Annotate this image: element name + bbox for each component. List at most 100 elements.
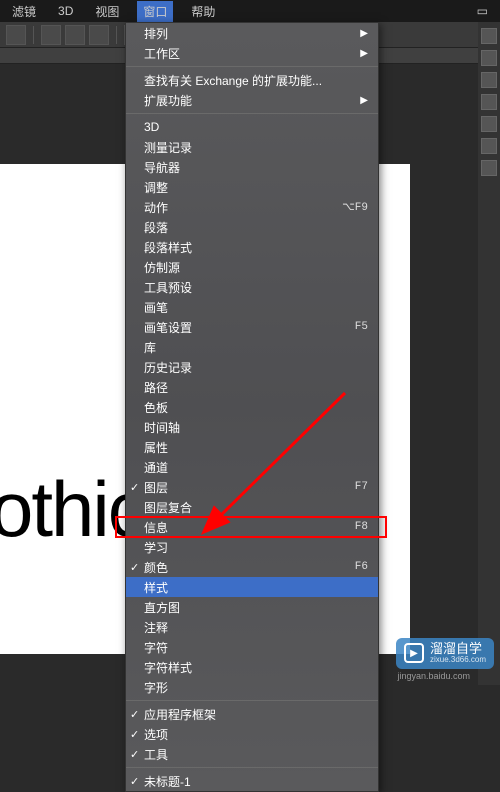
layout-icon[interactable]: ▭ <box>473 2 492 20</box>
source-caption: jingyan.baidu.com <box>397 671 470 681</box>
window-menu-dropdown: 排列▶工作区▶查找有关 Exchange 的扩展功能...扩展功能▶3D测量记录… <box>125 22 379 792</box>
menu-item[interactable]: 信息F8 <box>126 517 378 537</box>
check-icon: ✓ <box>130 748 139 761</box>
menu-item-label: 历史记录 <box>144 359 368 376</box>
menu-item-label: 色板 <box>144 399 368 416</box>
menu-item[interactable]: 画笔 <box>126 297 378 317</box>
menu-item-label: 字符 <box>144 639 368 656</box>
menu-item-label: 字符样式 <box>144 659 368 676</box>
menu-item-label: 排列 <box>144 25 368 42</box>
menu-separator <box>126 767 378 768</box>
menu-item-label: 画笔 <box>144 299 368 316</box>
menu-filter[interactable]: 滤镜 <box>8 1 40 22</box>
menu-item[interactable]: 色板 <box>126 397 378 417</box>
menu-item[interactable]: 段落样式 <box>126 237 378 257</box>
panel-icon[interactable] <box>481 138 497 154</box>
panel-icon[interactable] <box>481 50 497 66</box>
check-icon: ✓ <box>130 728 139 741</box>
panel-icon[interactable] <box>481 28 497 44</box>
watermark: ▶ 溜溜自学 zixue.3d66.com <box>396 638 494 669</box>
menu-item-label: 3D <box>144 120 368 134</box>
menu-item[interactable]: 直方图 <box>126 597 378 617</box>
menu-item[interactable]: 字形 <box>126 677 378 697</box>
watermark-url: zixue.3d66.com <box>430 656 486 665</box>
menu-item[interactable]: 路径 <box>126 377 378 397</box>
menu-item[interactable]: 动作⌥F9 <box>126 197 378 217</box>
menu-item-label: 选项 <box>144 726 368 743</box>
menu-item[interactable]: 历史记录 <box>126 357 378 377</box>
menu-help[interactable]: 帮助 <box>187 1 219 22</box>
tool-icon[interactable] <box>6 25 26 45</box>
menu-item-label: 调整 <box>144 179 368 196</box>
menu-item-label: 未标题-1 <box>144 773 368 790</box>
menu-separator <box>126 700 378 701</box>
menu-item[interactable]: 仿制源 <box>126 257 378 277</box>
menu-item-label: 工具预设 <box>144 279 368 296</box>
panel-icon[interactable] <box>481 116 497 132</box>
menu-item[interactable]: ✓图层F7 <box>126 477 378 497</box>
menu-item[interactable]: 学习 <box>126 537 378 557</box>
menu-item[interactable]: 字符 <box>126 637 378 657</box>
menu-3d[interactable]: 3D <box>54 2 77 20</box>
toolbar-divider <box>116 26 117 44</box>
menu-item-label: 画笔设置 <box>144 319 355 336</box>
menu-item-label: 动作 <box>144 199 342 216</box>
menu-shortcut: F7 <box>355 481 368 493</box>
menu-item-label: 路径 <box>144 379 368 396</box>
menu-item-label: 通道 <box>144 459 368 476</box>
menu-item-label: 注释 <box>144 619 368 636</box>
menu-item[interactable]: ✓ 选项 <box>126 724 378 744</box>
menu-shortcut: F5 <box>355 321 368 333</box>
menu-item[interactable]: ✓ 工具 <box>126 744 378 764</box>
menu-item[interactable]: 注释 <box>126 617 378 637</box>
menu-item[interactable]: 工具预设 <box>126 277 378 297</box>
menu-item-label: 段落 <box>144 219 368 236</box>
menu-item[interactable]: 样式 <box>126 577 378 597</box>
menu-item[interactable]: 导航器 <box>126 157 378 177</box>
menu-item-label: 字形 <box>144 679 368 696</box>
menu-item-label: 时间轴 <box>144 419 368 436</box>
menu-item[interactable]: 图层复合 <box>126 497 378 517</box>
menu-item[interactable]: 3D <box>126 117 378 137</box>
menu-item-label: 工具 <box>144 746 368 763</box>
menu-item[interactable]: 调整 <box>126 177 378 197</box>
menu-window[interactable]: 窗口 <box>137 1 173 22</box>
menu-item[interactable]: 字符样式 <box>126 657 378 677</box>
menu-item[interactable]: 画笔设置F5 <box>126 317 378 337</box>
menu-separator <box>126 66 378 67</box>
menu-item[interactable]: 通道 <box>126 457 378 477</box>
menu-item[interactable]: 排列▶ <box>126 23 378 43</box>
menu-item[interactable]: ✓ 未标题-1 <box>126 771 378 791</box>
menu-item[interactable]: 工作区▶ <box>126 43 378 63</box>
menu-item[interactable]: 属性 <box>126 437 378 457</box>
menu-item[interactable]: ✓应用程序框架 <box>126 704 378 724</box>
menu-separator <box>126 113 378 114</box>
submenu-arrow-icon: ▶ <box>360 95 368 106</box>
menu-item-label: 导航器 <box>144 159 368 176</box>
menu-shortcut: F6 <box>355 561 368 573</box>
right-panel-dock <box>478 22 500 685</box>
menu-item[interactable]: 时间轴 <box>126 417 378 437</box>
panel-icon[interactable] <box>481 94 497 110</box>
menu-item-label: 图层 <box>144 479 355 496</box>
tool-icon[interactable] <box>41 25 61 45</box>
menu-view[interactable]: 视图 <box>91 1 123 22</box>
panel-icon[interactable] <box>481 160 497 176</box>
menu-item-label: 工作区 <box>144 45 368 62</box>
menu-item[interactable]: ✓颜色F6 <box>126 557 378 577</box>
tool-icon[interactable] <box>89 25 109 45</box>
menu-item[interactable]: 库 <box>126 337 378 357</box>
menu-item-label: 属性 <box>144 439 368 456</box>
menu-item[interactable]: 查找有关 Exchange 的扩展功能... <box>126 70 378 90</box>
menu-item[interactable]: 段落 <box>126 217 378 237</box>
menu-shortcut: ⌥F9 <box>342 200 368 214</box>
menu-item[interactable]: 扩展功能▶ <box>126 90 378 110</box>
panel-icon[interactable] <box>481 72 497 88</box>
check-icon: ✓ <box>130 561 139 574</box>
menu-item-label: 样式 <box>144 579 368 596</box>
menu-item[interactable]: 测量记录 <box>126 137 378 157</box>
check-icon: ✓ <box>130 775 139 788</box>
tool-icon[interactable] <box>65 25 85 45</box>
check-icon: ✓ <box>130 708 139 721</box>
toolbar-divider <box>33 26 34 44</box>
